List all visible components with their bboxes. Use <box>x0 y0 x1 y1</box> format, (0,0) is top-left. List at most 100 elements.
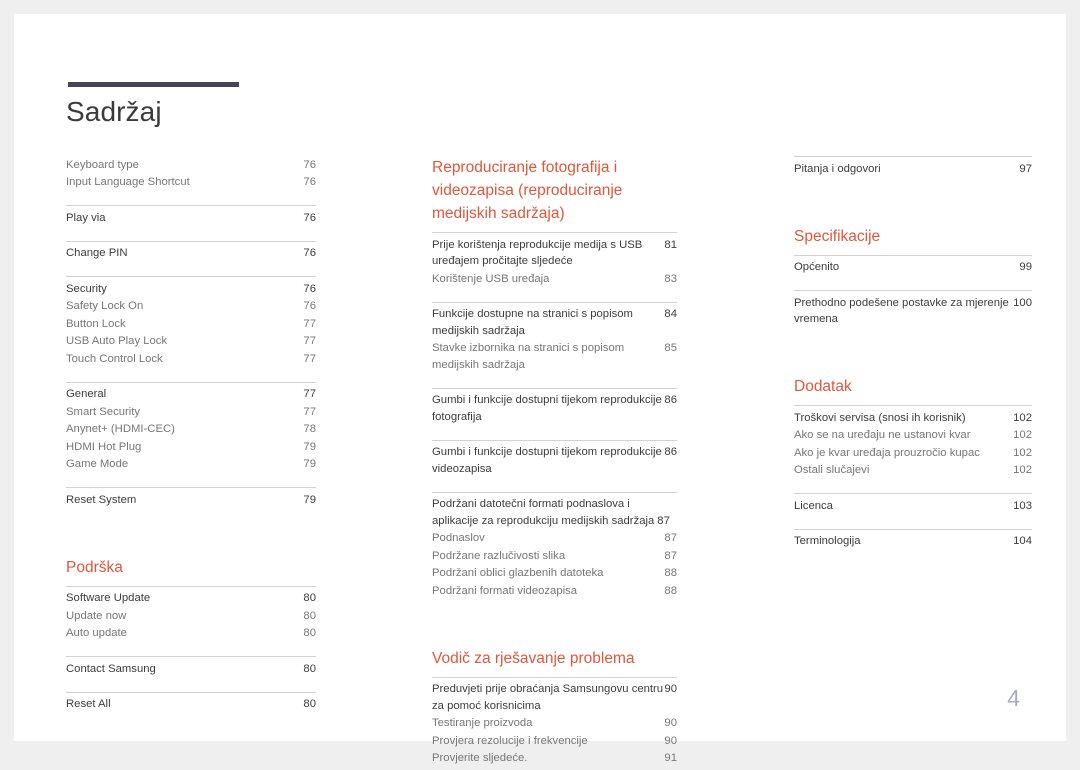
toc-entry-gumbi-i-funkcije-dostupni-tijekom-reproduk[interactable]: 86Gumbi i funkcije dostupni tijekom repr… <box>432 444 677 478</box>
toc-entry-input-language-shortcut[interactable]: Input Language Shortcut76 <box>66 174 316 192</box>
toc-entry-keyboard-type[interactable]: Keyboard type76 <box>66 156 316 174</box>
toc-group: 90Preduvjeti prije obraćanja Samsungovu … <box>432 677 677 770</box>
toc-entry-page: 76 <box>303 157 316 174</box>
toc-columns: Keyboard type76Input Language Shortcut76… <box>66 156 1032 770</box>
toc-entry-provjerite-sljedece[interactable]: Provjerite sljedeće.91 <box>432 750 677 768</box>
toc-entry-label: Terminologija <box>794 533 1013 550</box>
toc-entry-smart-security[interactable]: Smart Security77 <box>66 403 316 421</box>
toc-entry-opcenito[interactable]: Općenito99 <box>794 259 1032 277</box>
toc-entry-ostali-slucajevi[interactable]: Ostali slučajevi102 <box>794 462 1032 480</box>
toc-entry-contact-samsung[interactable]: Contact Samsung80 <box>66 660 316 678</box>
group-spacer <box>432 377 677 388</box>
toc-entry-play-via[interactable]: Play via76 <box>66 209 316 227</box>
toc-group: Troškovi servisa (snosi ih korisnik)102A… <box>794 405 1032 482</box>
toc-entry-label: Licenca <box>794 498 1013 515</box>
toc-entry-podnaslov[interactable]: Podnaslov87 <box>432 530 677 548</box>
toc-entry-ako-se-na-uredaju-ne-ustanovi-kvar[interactable]: Ako se na uređaju ne ustanovi kvar102 <box>794 427 1032 445</box>
toc-entry-security[interactable]: Security76 <box>66 280 316 298</box>
toc-entry-page: 90 <box>664 715 677 732</box>
toc-entry-podrzane-razlucivosti-slika[interactable]: Podržane razlučivosti slika87 <box>432 547 677 565</box>
toc-entry-update-now[interactable]: Update now80 <box>66 607 316 625</box>
toc-entry-gumbi-i-funkcije-dostupni-tijekom-reproduk[interactable]: 86Gumbi i funkcije dostupni tijekom repr… <box>432 392 677 426</box>
toc-entry-pitanja-i-odgovori[interactable]: Pitanja i odgovori97 <box>794 160 1032 178</box>
toc-entry-troskovi-servisa-snosi-ih-korisnik[interactable]: Troškovi servisa (snosi ih korisnik)102 <box>794 409 1032 427</box>
toc-entry-licenca[interactable]: Licenca103 <box>794 497 1032 515</box>
toc-entry-label: Change PIN <box>66 245 303 262</box>
section-heading-reproduciranje-fotografija-i-videozapisa-r: Reproduciranje fotografija i videozapisa… <box>432 156 677 225</box>
toc-entry-auto-update[interactable]: Auto update80 <box>66 625 316 643</box>
toc-entry-label: Provjera rezolucije i frekvencije <box>432 733 664 750</box>
toc-entry-podrzani-datotecni-formati-podnaslova-i-ap[interactable]: Podržani datotečni formati podnaslova i … <box>432 496 677 530</box>
toc-entry-podrzani-formati-videozapisa[interactable]: Podržani formati videozapisa88 <box>432 582 677 600</box>
toc-entry-label: Reset System <box>66 492 303 509</box>
toc-entry-label: Podnaslov <box>432 530 664 547</box>
group-spacer <box>794 279 1032 290</box>
toc-entry-label: General <box>66 386 303 403</box>
toc-group: Reset All80 <box>66 692 316 717</box>
toc-entry-testiranje-proizvoda[interactable]: Testiranje proizvoda90 <box>432 715 677 733</box>
toc-group: Terminologija104 <box>794 529 1032 554</box>
toc-entry-page: 104 <box>1013 533 1032 550</box>
group-spacer <box>66 476 316 487</box>
toc-entry-terminologija[interactable]: Terminologija104 <box>794 533 1032 551</box>
toc-group: Podržani datotečni formati podnaslova i … <box>432 492 677 603</box>
toc-entry-page: 88 <box>664 583 677 600</box>
group-spacer <box>794 482 1032 493</box>
toc-entry-funkcije-dostupne-na-stranici-s-popisom-me[interactable]: 84Funkcije dostupne na stranici s popiso… <box>432 306 677 340</box>
toc-entry-page: 99 <box>1019 259 1032 276</box>
toc-entry-label: Ako se na uređaju ne ustanovi kvar <box>794 427 1013 444</box>
toc-group: Security76Safety Lock On76Button Lock77U… <box>66 276 316 371</box>
toc-entry-reset-system[interactable]: Reset System79 <box>66 491 316 509</box>
toc-entry-label: Podržane razlučivosti slika <box>432 548 664 565</box>
toc-entry-label: Stavke izbornika na stranici s popisom m… <box>432 342 624 371</box>
toc-entry-prije-koristenja-reprodukcije-medija-s-usb[interactable]: 81Prije korištenja reprodukcije medija s… <box>432 236 677 270</box>
toc-entry-general[interactable]: General77 <box>66 386 316 404</box>
toc-entry-button-lock[interactable]: Button Lock77 <box>66 315 316 333</box>
toc-entry-label: Game Mode <box>66 456 303 473</box>
toc-entry-page: 86 <box>664 444 677 461</box>
toc-entry-label: Provjerite sljedeće. <box>432 750 664 767</box>
toc-entry-label: Prethodno podešene postavke za mjerenje … <box>794 297 1009 326</box>
toc-entry-page: 81 <box>664 237 677 254</box>
toc-entry-stavke-izbornika-na-stranici-s-popisom-med[interactable]: 85Stavke izbornika na stranici s popisom… <box>432 340 677 374</box>
toc-entry-touch-control-lock[interactable]: Touch Control Lock77 <box>66 350 316 368</box>
toc-entry-ako-je-kvar-uredaja-prouzrocio-kupac[interactable]: Ako je kvar uređaja prouzročio kupac102 <box>794 444 1032 462</box>
toc-group: Keyboard type76Input Language Shortcut76 <box>66 156 316 194</box>
toc-column-3: Pitanja i odgovori97SpecifikacijeOpćenit… <box>794 156 1032 770</box>
toc-entry-game-mode[interactable]: Game Mode79 <box>66 456 316 474</box>
toc-entry-page: 91 <box>664 750 677 767</box>
toc-entry-page: 102 <box>1013 462 1032 479</box>
toc-entry-page: 102 <box>1013 427 1032 444</box>
toc-entry-page: 79 <box>303 492 316 509</box>
toc-entry-page: 76 <box>303 174 316 191</box>
toc-entry-label: Pitanja i odgovori <box>794 161 1019 178</box>
toc-entry-page: 84 <box>664 306 677 323</box>
toc-entry-podrzani-oblici-glazbenih-datoteka[interactable]: Podržani oblici glazbenih datoteka88 <box>432 565 677 583</box>
toc-entry-label: Općenito <box>794 259 1019 276</box>
toc-group: General77Smart Security77Anynet+ (HDMI-C… <box>66 382 316 477</box>
toc-entry-page: 77 <box>303 386 316 403</box>
page-title: Sadržaj <box>66 94 162 130</box>
toc-entry-safety-lock-on[interactable]: Safety Lock On76 <box>66 298 316 316</box>
toc-entry-label: Preduvjeti prije obraćanja Samsungovu ce… <box>432 683 663 712</box>
toc-entry-anynet-hdmi-cec[interactable]: Anynet+ (HDMI-CEC)78 <box>66 421 316 439</box>
toc-entry-reset-all[interactable]: Reset All80 <box>66 696 316 714</box>
toc-entry-label: Smart Security <box>66 404 303 421</box>
toc-entry-preduvjeti-prije-obracanja-samsungovu-cent[interactable]: 90Preduvjeti prije obraćanja Samsungovu … <box>432 681 677 715</box>
toc-entry-label: Anynet+ (HDMI-CEC) <box>66 421 303 438</box>
toc-entry-label: Play via <box>66 210 303 227</box>
toc-entry-label: HDMI Hot Plug <box>66 439 303 456</box>
toc-entry-change-pin[interactable]: Change PIN76 <box>66 245 316 263</box>
section-heading-podrska: Podrška <box>66 556 316 579</box>
toc-entry-page: 97 <box>1019 161 1032 178</box>
section-heading-vodic-za-rjesavanje-problema: Vodič za rješavanje problema <box>432 647 677 670</box>
group-spacer <box>432 481 677 492</box>
toc-entry-prethodno-podesene-postavke-za-mjerenje-vr[interactable]: 100Prethodno podešene postavke za mjeren… <box>794 294 1032 328</box>
title-rule-bar <box>68 82 239 87</box>
toc-entry-label: Korištenje USB uređaja <box>432 271 664 288</box>
toc-entry-hdmi-hot-plug[interactable]: HDMI Hot Plug79 <box>66 438 316 456</box>
toc-entry-software-update[interactable]: Software Update80 <box>66 590 316 608</box>
toc-entry-koristenje-usb-uredaja[interactable]: Korištenje USB uređaja83 <box>432 270 677 288</box>
toc-entry-usb-auto-play-lock[interactable]: USB Auto Play Lock77 <box>66 333 316 351</box>
toc-entry-provjera-rezolucije-i-frekvencije[interactable]: Provjera rezolucije i frekvencije90 <box>432 732 677 750</box>
